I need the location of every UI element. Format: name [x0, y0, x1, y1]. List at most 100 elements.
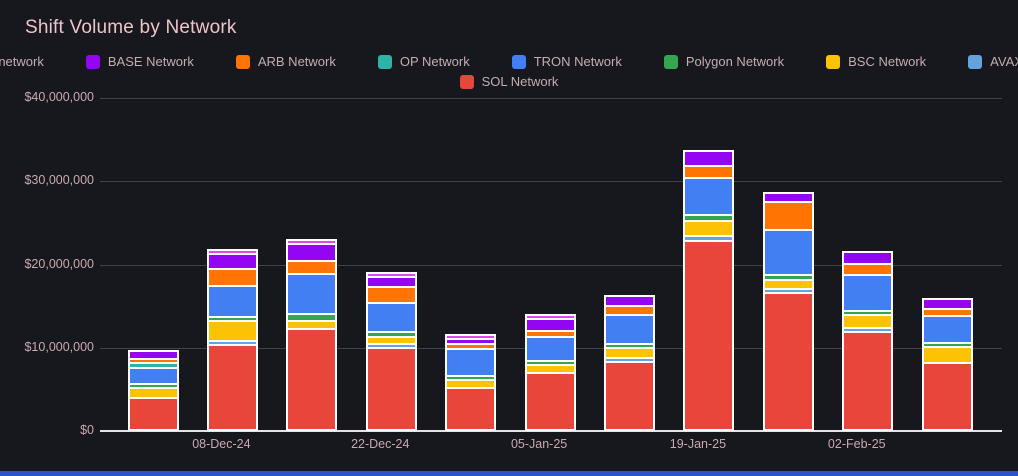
- bar-segment-base-network[interactable]: [367, 278, 415, 287]
- bar-segment-base-network[interactable]: [923, 300, 971, 308]
- horizontal-scrollbar[interactable]: [0, 471, 1018, 476]
- bar-segment-sol-network[interactable]: [208, 346, 256, 429]
- bar-segment-bsc-network[interactable]: [606, 348, 654, 357]
- bar-02-Feb-25[interactable]: [842, 251, 894, 431]
- bar-segment-polygon-network[interactable]: [447, 377, 495, 380]
- bar-segment-polygon-network[interactable]: [844, 311, 892, 314]
- legend-item-op-network[interactable]: OP Network: [377, 54, 470, 69]
- bar-segment-arb-network[interactable]: [764, 203, 812, 229]
- bar-segment-polygon-network[interactable]: [288, 315, 336, 320]
- bar-segment-sol-network[interactable]: [447, 388, 495, 429]
- legend-item-tron-network[interactable]: TRON Network: [511, 54, 622, 69]
- bar-segment-base-network[interactable]: [685, 152, 733, 165]
- bar-segment-tron-network[interactable]: [447, 350, 495, 376]
- legend-item-avax-network[interactable]: AVAX Network: [968, 54, 1018, 69]
- bar-29-Dec-24[interactable]: [445, 333, 497, 431]
- bar-segment-tron-network[interactable]: [606, 316, 654, 343]
- bar-segment-base-network[interactable]: [208, 254, 256, 269]
- bar-segment-bsc-network[interactable]: [923, 348, 971, 362]
- bar-segment-polygon-network[interactable]: [923, 344, 971, 347]
- bar-segment-tron-network[interactable]: [844, 275, 892, 310]
- bar-segment-tron-network[interactable]: [367, 304, 415, 332]
- bar-segment-polygon-network[interactable]: [526, 361, 574, 364]
- bar-segment-base-network[interactable]: [764, 193, 812, 202]
- bar-segment-avax-network[interactable]: [208, 341, 256, 345]
- bar-segment-arb-network[interactable]: [288, 262, 336, 274]
- bar-segment-sol-network[interactable]: [526, 373, 574, 429]
- bar-segment-polygon-network[interactable]: [208, 317, 256, 320]
- bar-segment-bsc-network[interactable]: [288, 321, 336, 329]
- bar-segment-sol-network[interactable]: [129, 398, 177, 429]
- bar-segment-base-network[interactable]: [288, 245, 336, 261]
- bar-segment-bsc-network[interactable]: [526, 365, 574, 372]
- bar-segment-sol-network[interactable]: [288, 330, 336, 429]
- bar-segment-bsc-network[interactable]: [685, 222, 733, 236]
- bar-segment-sol-network[interactable]: [685, 242, 733, 429]
- bar-segment-arb-network[interactable]: [606, 307, 654, 315]
- bar-segment-bsc-network[interactable]: [367, 337, 415, 343]
- legend-item-arb-network[interactable]: ARB Network: [235, 54, 336, 69]
- bar-segment-arb-network[interactable]: [526, 331, 574, 336]
- bar-15-Dec-24[interactable]: [286, 239, 338, 431]
- bar-segment-blast-network[interactable]: [367, 274, 415, 277]
- bar-segment-sol-network[interactable]: [923, 363, 971, 429]
- bar-segment-base-network[interactable]: [447, 339, 495, 343]
- bar-01-Dec-24[interactable]: [127, 349, 179, 431]
- bar-segment-blast-network[interactable]: [208, 250, 256, 253]
- bar-segment-avax-network[interactable]: [606, 358, 654, 361]
- bar-segment-bsc-network[interactable]: [844, 315, 892, 328]
- legend-item-polygon-network[interactable]: Polygon Network: [663, 54, 784, 69]
- bar-segment-arb-network[interactable]: [685, 166, 733, 177]
- bar-12-Jan-25[interactable]: [604, 294, 656, 431]
- legend-item-bsc-network[interactable]: BSC Network: [826, 54, 926, 69]
- bar-segment-base-network[interactable]: [129, 351, 177, 359]
- bar-segment-arb-network[interactable]: [923, 309, 971, 315]
- bar-19-Jan-25[interactable]: [683, 150, 735, 431]
- bar-segment-bsc-network[interactable]: [208, 321, 256, 340]
- legend-item-sol-network[interactable]: SOL Network: [459, 74, 558, 89]
- bar-05-Jan-25[interactable]: [524, 313, 576, 431]
- bar-segment-avax-network[interactable]: [685, 237, 733, 241]
- bar-segment-bsc-network[interactable]: [764, 281, 812, 289]
- bar-segment-base-network[interactable]: [844, 253, 892, 263]
- bar-segment-tron-network[interactable]: [288, 275, 336, 314]
- bar-segment-bsc-network[interactable]: [447, 381, 495, 387]
- bar-segment-tron-network[interactable]: [526, 337, 574, 360]
- bar-segment-arb-network[interactable]: [447, 344, 495, 349]
- bar-segment-polygon-network[interactable]: [685, 216, 733, 221]
- bar-22-Dec-24[interactable]: [365, 272, 417, 431]
- legend-label: ARB Network: [257, 54, 336, 69]
- bar-segment-op-network[interactable]: [129, 364, 177, 367]
- bar-segment-bsc-network[interactable]: [129, 388, 177, 397]
- legend-item-blast-network[interactable]: Blast network: [0, 54, 44, 69]
- legend-item-base-network[interactable]: BASE Network: [85, 54, 194, 69]
- bar-segment-sol-network[interactable]: [606, 362, 654, 429]
- bar-segment-polygon-network[interactable]: [367, 333, 415, 336]
- bar-segment-tron-network[interactable]: [764, 230, 812, 274]
- bar-segment-tron-network[interactable]: [208, 287, 256, 316]
- bar-segment-tron-network[interactable]: [129, 368, 177, 383]
- bar-segment-tron-network[interactable]: [923, 316, 971, 343]
- bar-26-Jan-25[interactable]: [762, 191, 814, 431]
- bar-segment-polygon-network[interactable]: [606, 344, 654, 347]
- bar-segment-polygon-network[interactable]: [129, 384, 177, 387]
- bar-segment-arb-network[interactable]: [129, 360, 177, 363]
- bar-segment-arb-network[interactable]: [844, 264, 892, 274]
- bar-segment-base-network[interactable]: [526, 319, 574, 330]
- bar-segment-sol-network[interactable]: [764, 294, 812, 429]
- bar-segment-polygon-network[interactable]: [764, 275, 812, 280]
- bar-09-Feb-25[interactable]: [921, 298, 973, 431]
- bar-segment-avax-network[interactable]: [844, 329, 892, 332]
- bar-segment-avax-network[interactable]: [764, 290, 812, 293]
- bar-segment-arb-network[interactable]: [208, 270, 256, 286]
- bar-08-Dec-24[interactable]: [206, 248, 258, 431]
- bar-segment-sol-network[interactable]: [367, 348, 415, 429]
- bar-segment-arb-network[interactable]: [367, 288, 415, 303]
- bar-segment-base-network[interactable]: [606, 296, 654, 306]
- bar-segment-blast-network[interactable]: [526, 315, 574, 318]
- bar-segment-sol-network[interactable]: [844, 333, 892, 429]
- bar-segment-blast-network[interactable]: [288, 241, 336, 244]
- bar-segment-tron-network[interactable]: [685, 178, 733, 215]
- bar-segment-blast-network[interactable]: [447, 335, 495, 338]
- bar-segment-avax-network[interactable]: [367, 344, 415, 347]
